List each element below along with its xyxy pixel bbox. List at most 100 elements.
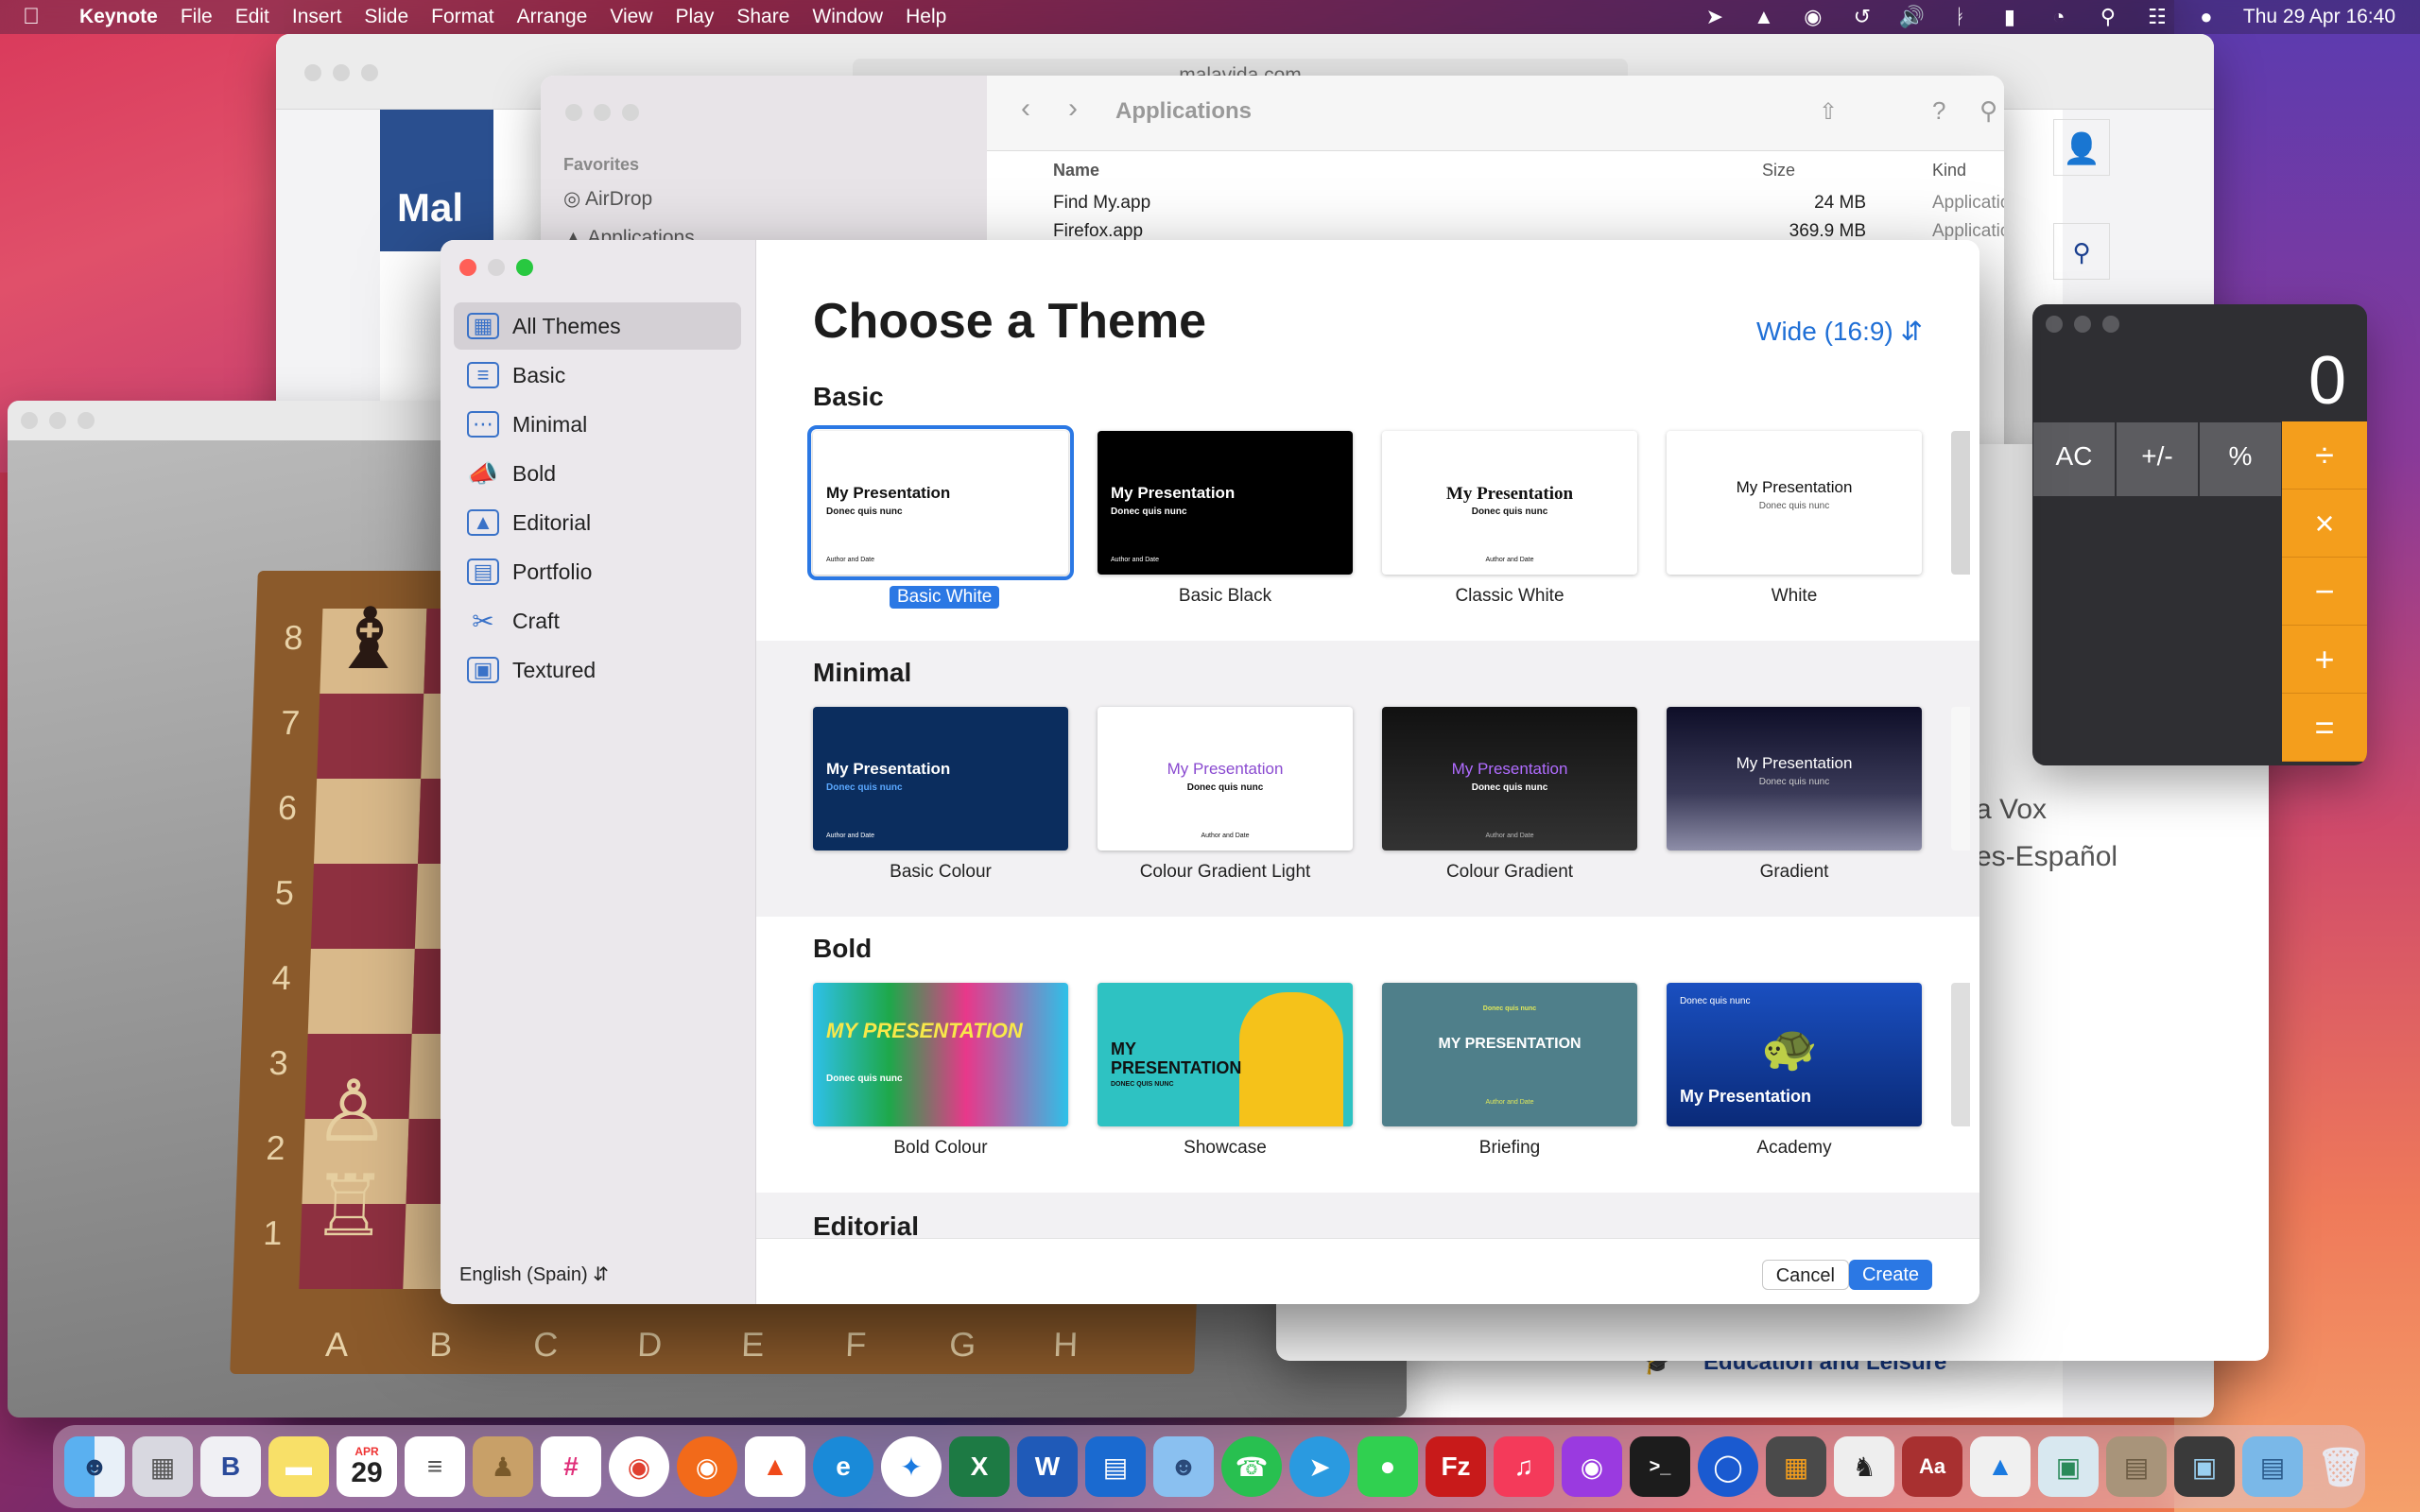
white-rook-piece[interactable]: ♖	[310, 1157, 389, 1256]
dictionary-entry[interactable]: a Vox	[1976, 794, 2047, 826]
forward-icon[interactable]: ›	[1068, 93, 1078, 125]
site-logo[interactable]: Mal	[380, 110, 493, 251]
filezilla-icon[interactable]: Fz	[1426, 1436, 1486, 1497]
aspect-ratio-selector[interactable]: Wide (16:9) ⇵	[1756, 316, 1923, 347]
close-button[interactable]	[459, 259, 476, 276]
column-kind[interactable]: Kind	[1932, 161, 1966, 180]
finder-traffic-lights[interactable]	[565, 104, 639, 121]
category-textured[interactable]: ▣ Textured	[454, 646, 741, 694]
reminders-icon[interactable]: ≡	[405, 1436, 465, 1497]
minimize-button[interactable]	[488, 259, 505, 276]
launchpad-icon[interactable]: ▦	[132, 1436, 193, 1497]
menu-help[interactable]: Help	[906, 6, 946, 28]
cancel-button[interactable]: Cancel	[1761, 1260, 1849, 1290]
theme-thumb-classic-white[interactable]: My Presentation Donec quis nunc Author a…	[1382, 431, 1637, 575]
theme-thumb-briefing[interactable]: MY PRESENTATION Donec quis nunc Author a…	[1382, 983, 1637, 1126]
theme-thumb-basic-colour[interactable]: My Presentation Donec quis nunc Author a…	[813, 707, 1068, 850]
theme-thumb-showcase[interactable]: MY PRESENTATION DONEC QUIS NUNC	[1098, 983, 1353, 1126]
theme-thumb-gradient[interactable]: My Presentation Donec quis nunc	[1667, 707, 1922, 850]
brave-icon[interactable]: ▲	[745, 1436, 805, 1497]
terminal-icon[interactable]: >_	[1630, 1436, 1690, 1497]
time-machine-icon[interactable]: ↺	[1850, 5, 1875, 29]
category-bold[interactable]: 📣 Bold	[454, 450, 741, 497]
menu-view[interactable]: View	[610, 6, 652, 28]
theme-thumb-basic-white[interactable]: My Presentation Donec quis nunc Author a…	[807, 425, 1074, 580]
theme-thumb-basic-black[interactable]: My Presentation Donec quis nunc Author a…	[1098, 431, 1353, 575]
volume-icon[interactable]: 🔊	[1899, 5, 1925, 29]
chess-icon[interactable]: ♞	[1834, 1436, 1894, 1497]
dictionary-entry[interactable]: es-Español	[1976, 841, 2118, 873]
theme-thumb-colour-gradient-light[interactable]: My Presentation Donec quis nunc Author a…	[1098, 707, 1353, 850]
excel-icon[interactable]: X	[949, 1436, 1010, 1497]
wifi-icon[interactable]: ◔	[2047, 5, 2071, 29]
safari-traffic-lights[interactable]	[304, 64, 378, 81]
menu-share[interactable]: Share	[736, 6, 789, 28]
language-selector[interactable]: English (Spain) ⇵	[459, 1263, 609, 1286]
category-basic[interactable]: ≡ Basic	[454, 352, 741, 399]
theme-thumb-peek[interactable]	[1951, 983, 1970, 1126]
category-all-themes[interactable]: ▦ All Themes	[454, 302, 741, 350]
theme-thumb-colour-gradient[interactable]: My Presentation Donec quis nunc Author a…	[1382, 707, 1637, 850]
menu-app-name[interactable]: Keynote	[79, 6, 158, 28]
trello-icon[interactable]: ▤	[1085, 1436, 1146, 1497]
theme-thumb-peek[interactable]	[1951, 431, 1970, 575]
file-row[interactable]: Find My.app 24 MB Application	[987, 193, 2004, 221]
menu-arrange[interactable]: Arrange	[517, 6, 588, 28]
category-editorial[interactable]: ▲ Editorial	[454, 499, 741, 546]
equals-button[interactable]: =	[2282, 694, 2367, 762]
sidebar-item-airdrop[interactable]: ◎ AirDrop	[563, 187, 652, 211]
menu-clock[interactable]: Thu 29 Apr 16:40	[2243, 6, 2395, 28]
category-craft[interactable]: ✂ Craft	[454, 597, 741, 644]
share-icon[interactable]: ⇧	[1819, 98, 1838, 126]
menu-slide[interactable]: Slide	[364, 6, 408, 28]
music-icon[interactable]: ♫	[1494, 1436, 1554, 1497]
telegram-icon[interactable]: ➤	[1289, 1436, 1350, 1497]
chess-traffic-lights[interactable]	[21, 412, 95, 429]
category-minimal[interactable]: ⋯ Minimal	[454, 401, 741, 448]
chrome-icon[interactable]: ◉	[609, 1436, 669, 1497]
screen-capture-icon[interactable]: ▣	[2174, 1436, 2235, 1497]
preview-icon[interactable]: ▣	[2038, 1436, 2099, 1497]
finder-icon[interactable]: ☻	[64, 1436, 125, 1497]
sign-button[interactable]: +/-	[2116, 421, 2199, 497]
apple-menu-icon[interactable]: 	[23, 4, 57, 30]
multiply-button[interactable]: ×	[2282, 490, 2367, 558]
search-icon[interactable]: ⚲	[2053, 223, 2110, 280]
siri-icon[interactable]: ●	[2194, 5, 2219, 29]
dictionary-icon[interactable]: Aa	[1902, 1436, 1962, 1497]
menu-edit[interactable]: Edit	[235, 6, 269, 28]
downloads-folder-icon[interactable]: ▤	[2242, 1436, 2303, 1497]
onepassword-icon[interactable]: ◉	[1801, 5, 1825, 29]
firefox-icon[interactable]: ◉	[677, 1436, 737, 1497]
create-button[interactable]: Create	[1848, 1260, 1932, 1290]
contacts-icon[interactable]: ♟	[473, 1436, 533, 1497]
white-pawn-piece[interactable]: ♙	[313, 1062, 392, 1161]
back-icon[interactable]: ‹	[1021, 93, 1030, 125]
menu-format[interactable]: Format	[431, 6, 494, 28]
edge-icon[interactable]: e	[813, 1436, 873, 1497]
column-size[interactable]: Size	[1762, 161, 1795, 180]
battery-icon[interactable]: ▮	[1997, 5, 2022, 29]
podcasts-icon[interactable]: ◉	[1562, 1436, 1622, 1497]
calculator-icon[interactable]: ▦	[1766, 1436, 1826, 1497]
tweetbot-icon[interactable]: ☻	[1153, 1436, 1214, 1497]
help-icon[interactable]: ?	[1932, 96, 1945, 126]
category-portfolio[interactable]: ▤ Portfolio	[454, 548, 741, 595]
location-icon[interactable]: ➤	[1703, 5, 1727, 29]
divide-button[interactable]: ÷	[2282, 421, 2367, 490]
calendar-icon[interactable]: APR 29	[337, 1436, 397, 1497]
word-icon[interactable]: W	[1017, 1436, 1078, 1497]
menu-insert[interactable]: Insert	[292, 6, 342, 28]
slack-icon[interactable]: #	[541, 1436, 601, 1497]
menu-window[interactable]: Window	[812, 6, 883, 28]
notes-icon[interactable]: ▬	[268, 1436, 329, 1497]
onepassword-icon[interactable]: ◯	[1698, 1436, 1758, 1497]
safari-icon[interactable]: ✦	[881, 1436, 942, 1497]
black-bishop-piece[interactable]: ♝	[329, 590, 409, 689]
adobe-icon[interactable]: ▲	[1752, 5, 1776, 29]
bluetooth-icon[interactable]: ᛓ	[1948, 5, 1973, 29]
search-icon[interactable]: ⚲	[1979, 96, 1997, 126]
calculator-traffic-lights[interactable]	[2046, 316, 2119, 333]
spotlight-icon[interactable]: ⚲	[2096, 5, 2120, 29]
theme-thumb-bold-colour[interactable]: MY PRESENTATION Donec quis nunc	[813, 983, 1068, 1126]
